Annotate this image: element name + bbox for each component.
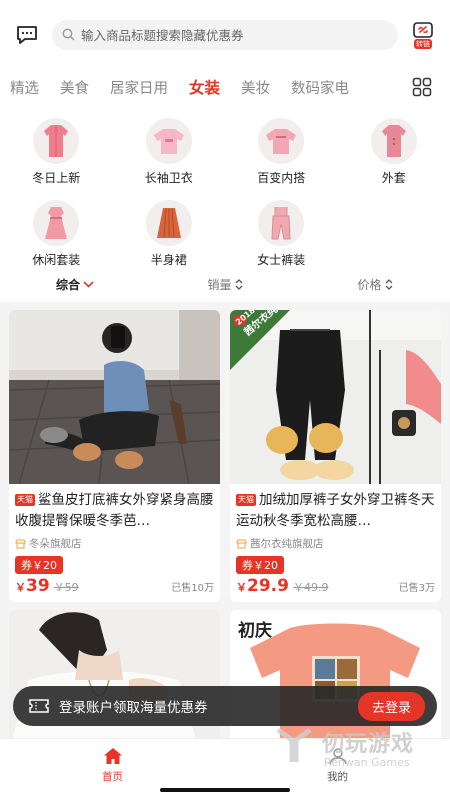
subcategory-item[interactable]: 女士裤装 xyxy=(225,200,338,268)
price-symbol: ￥ xyxy=(15,581,26,594)
shop-info: 冬朵旗舰店 xyxy=(9,534,220,551)
product-title-text: 鲨鱼皮打底裤女外穿紧身高腰收腹提臀保暖冬季芭… xyxy=(15,492,214,529)
search-icon xyxy=(62,26,75,45)
product-image: 2018 茜尔衣纯 xyxy=(230,310,441,484)
chevron-down-icon xyxy=(83,280,94,288)
sold-count: 已售3万 xyxy=(398,583,435,594)
product-card[interactable]: 天猫 鲨鱼皮打底裤女外穿紧身高腰收腹提臀保暖冬季芭… 冬朵旗舰店 券￥20 ￥39… xyxy=(9,310,220,602)
pink-top-icon xyxy=(258,118,305,164)
price-symbol: ￥ xyxy=(236,581,247,594)
subcategory-label: 长袖卫衣 xyxy=(144,171,193,185)
price-row: ￥29.9 ￥49.9 已售3万 xyxy=(230,574,441,596)
grid-menu-icon[interactable] xyxy=(412,77,432,97)
brand-logo: 初庆 xyxy=(238,621,272,641)
product-feed: 天猫 鲨鱼皮打底裤女外穿紧身高腰收腹提臀保暖冬季芭… 冬朵旗舰店 券￥20 ￥39… xyxy=(9,310,441,750)
watermark-title: 仞玩游戏 xyxy=(322,732,415,757)
home-indicator xyxy=(160,788,290,792)
nav-label: 首页 xyxy=(102,771,123,783)
header-bar: 转链 xyxy=(0,0,450,70)
price: ￥29.9 xyxy=(236,576,289,596)
subcategory-grid: 冬日上新 长袖卫衣 百变内搭 外套 休闲套装 半身裙 女士裤装 xyxy=(0,118,450,268)
shop-icon xyxy=(236,539,247,548)
message-icon[interactable] xyxy=(12,20,42,50)
subcategory-item[interactable]: 半身裙 xyxy=(113,200,226,268)
watermark-logo-icon xyxy=(276,727,312,762)
pink-coat-icon xyxy=(33,118,80,164)
subcategory-label: 外套 xyxy=(381,171,406,185)
sort-arrows-icon xyxy=(385,278,392,290)
price: ￥39 xyxy=(15,576,50,596)
sort-price[interactable]: 价格 xyxy=(300,276,450,293)
shop-icon xyxy=(15,539,26,548)
tmall-badge: 天猫 xyxy=(236,494,256,506)
sort-bar: 综合 销量 价格 xyxy=(0,266,450,302)
dress-icon xyxy=(33,200,80,246)
sort-comprehensive[interactable]: 综合 xyxy=(0,276,150,293)
original-price: ￥49.9 xyxy=(292,581,329,594)
sort-label: 综合 xyxy=(55,277,80,292)
watermark: 仞玩游戏 Renwan Games xyxy=(272,714,442,784)
subcategory-item[interactable]: 百变内搭 xyxy=(225,118,338,186)
price-value: 29.9 xyxy=(247,576,289,596)
watermark-subtitle: Renwan Games xyxy=(324,756,410,769)
pink-coat-icon xyxy=(370,118,417,164)
subcategory-label: 冬日上新 xyxy=(32,171,81,185)
subcategory-label: 百变内搭 xyxy=(257,171,306,185)
sort-sales[interactable]: 销量 xyxy=(150,276,300,293)
coupon-badge: 券￥20 xyxy=(236,556,284,574)
tab-item[interactable]: 美妆 xyxy=(241,77,270,98)
sold-count: 已售10万 xyxy=(171,583,214,594)
sort-label: 销量 xyxy=(207,277,232,292)
overalls-icon xyxy=(258,200,305,246)
tmall-badge: 天猫 xyxy=(15,494,35,506)
subcategory-item[interactable]: 冬日上新 xyxy=(0,118,113,186)
category-tabs: 精选 美食 居家日用 女装 美妆 数码家电 xyxy=(0,70,450,104)
share-link-button[interactable]: 转链 xyxy=(408,18,438,52)
shop-info: 茜尔衣纯旗舰店 xyxy=(230,534,441,551)
shop-name: 冬朵旗舰店 xyxy=(29,538,82,550)
price-value: 39 xyxy=(26,576,50,596)
search-bar[interactable] xyxy=(52,20,398,50)
product-card[interactable]: 2018 茜尔衣纯 天猫 加绒加厚裤子女外穿卫裤冬天运动秋冬季宽松高腰… 茜尔衣纯… xyxy=(230,310,441,602)
tab-item[interactable]: 美食 xyxy=(60,77,89,98)
tab-item-active[interactable]: 女装 xyxy=(189,76,220,98)
subcategory-item[interactable]: 外套 xyxy=(338,118,450,186)
skirt-icon xyxy=(145,200,192,246)
coupon-badge: 券￥20 xyxy=(15,556,63,574)
tab-item[interactable]: 居家日用 xyxy=(110,77,168,98)
product-image xyxy=(9,310,220,484)
product-image xyxy=(9,610,220,750)
subcategory-item[interactable]: 休闲套装 xyxy=(0,200,113,268)
sort-label: 价格 xyxy=(357,277,382,292)
shop-name: 茜尔衣纯旗舰店 xyxy=(250,538,324,550)
product-title: 天猫 鲨鱼皮打底裤女外穿紧身高腰收腹提臀保暖冬季芭… xyxy=(9,484,220,534)
link-icon xyxy=(413,21,433,38)
tab-item[interactable]: 数码家电 xyxy=(291,77,349,98)
subcategory-item[interactable]: 长袖卫衣 xyxy=(113,118,226,186)
tab-item[interactable]: 精选 xyxy=(10,77,39,98)
search-input[interactable] xyxy=(81,27,388,43)
product-title-text: 加绒加厚裤子女外穿卫裤冬天运动秋冬季宽松高腰… xyxy=(236,492,435,529)
home-icon xyxy=(103,748,122,764)
share-link-label: 转链 xyxy=(414,38,432,49)
product-title: 天猫 加绒加厚裤子女外穿卫裤冬天运动秋冬季宽松高腰… xyxy=(230,484,441,534)
product-card[interactable] xyxy=(9,610,220,750)
login-banner-text: 登录账户领取海量优惠券 xyxy=(59,700,208,716)
pink-sweatshirt-icon xyxy=(145,118,192,164)
price-row: ￥39 ￥59 已售10万 xyxy=(9,574,220,596)
sort-arrows-icon xyxy=(235,278,242,290)
coupon-icon xyxy=(29,699,49,713)
original-price: ￥59 xyxy=(53,581,79,594)
